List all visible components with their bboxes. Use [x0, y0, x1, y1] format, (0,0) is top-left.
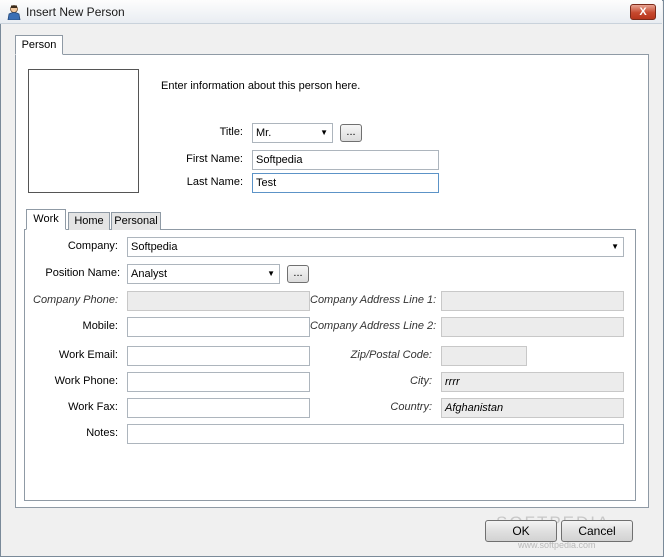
- chevron-down-icon: ▼: [611, 242, 619, 251]
- company-address-line2-label: Company Address Line 2:: [310, 320, 437, 332]
- position-name-label: Position Name:: [45, 267, 120, 279]
- country-input[interactable]: Afghanistan: [441, 398, 624, 418]
- tab-personal[interactable]: Personal: [111, 212, 161, 230]
- first-name-input[interactable]: Softpedia: [252, 150, 439, 170]
- company-phone-input[interactable]: [127, 291, 310, 311]
- intro-text: Enter information about this person here…: [161, 80, 361, 92]
- notes-input[interactable]: [127, 424, 624, 444]
- company-address-line1-input[interactable]: [441, 291, 624, 311]
- separator-line: [155, 113, 635, 114]
- zip-postal-code-label: Zip/Postal Code:: [350, 349, 432, 361]
- company-phone-label: Company Phone:: [33, 294, 118, 306]
- position-select[interactable]: Analyst ▼: [127, 264, 280, 284]
- close-button[interactable]: X: [630, 4, 656, 20]
- work-fax-input[interactable]: [127, 398, 310, 418]
- company-select[interactable]: Softpedia ▼: [127, 237, 624, 257]
- work-email-label: Work Email:: [58, 349, 118, 361]
- person-icon: [6, 4, 22, 21]
- notes-label: Notes:: [86, 427, 118, 439]
- zip-postal-code-input[interactable]: [441, 346, 527, 366]
- city-label: City:: [410, 375, 432, 387]
- photo-frame[interactable]: [28, 69, 139, 193]
- title-label: Title:: [219, 126, 243, 138]
- work-email-input[interactable]: [127, 346, 310, 366]
- tab-work[interactable]: Work: [26, 209, 66, 230]
- chevron-down-icon: ▼: [320, 128, 328, 137]
- title-select-value: Mr.: [256, 127, 272, 139]
- cancel-button[interactable]: Cancel: [561, 520, 633, 542]
- window-title: Insert New Person: [26, 5, 125, 19]
- position-select-value: Analyst: [131, 268, 168, 280]
- work-phone-input[interactable]: [127, 372, 310, 392]
- ok-button[interactable]: OK: [485, 520, 557, 542]
- company-address-line2-input[interactable]: [441, 317, 624, 337]
- tab-home[interactable]: Home: [68, 212, 110, 230]
- mobile-input[interactable]: [127, 317, 310, 337]
- title-select[interactable]: Mr. ▼: [252, 123, 333, 143]
- work-phone-label: Work Phone:: [54, 375, 118, 387]
- first-name-label: First Name:: [186, 153, 243, 165]
- work-fax-label: Work Fax:: [68, 401, 118, 413]
- city-input[interactable]: rrrr: [441, 372, 624, 392]
- last-name-input[interactable]: Test: [252, 173, 439, 193]
- title-ellipsis-button[interactable]: ...: [340, 124, 362, 142]
- company-address-line1-label: Company Address Line 1:: [310, 294, 437, 306]
- company-label: Company:: [67, 240, 118, 252]
- last-name-label: Last Name:: [186, 176, 243, 188]
- chevron-down-icon: ▼: [267, 269, 275, 278]
- company-select-value: Softpedia: [131, 241, 178, 253]
- tab-person[interactable]: Person: [15, 35, 63, 55]
- position-ellipsis-button[interactable]: ...: [287, 265, 309, 283]
- country-label: Country:: [390, 401, 432, 413]
- mobile-label: Mobile:: [82, 320, 118, 332]
